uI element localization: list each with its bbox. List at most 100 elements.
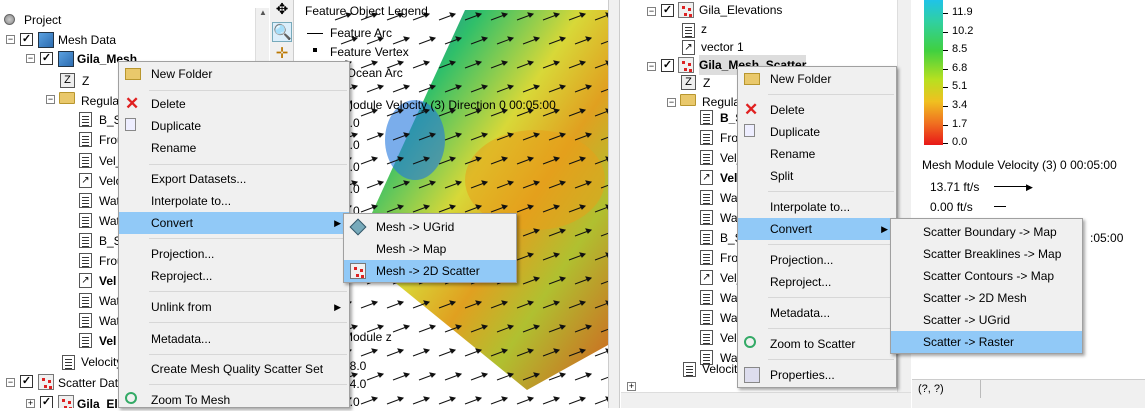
ramp-tick: [943, 124, 948, 126]
velocity-vector-head: [377, 132, 385, 138]
tree-item-dataset[interactable]: Vel: [99, 271, 116, 291]
submenu-scatter-raster[interactable]: Scatter -> Raster: [891, 331, 1082, 353]
submenu-mesh-ugrid[interactable]: Mesh -> UGrid: [344, 216, 516, 238]
menu-projection[interactable]: Projection...: [119, 243, 349, 265]
arc-swatch: [307, 33, 323, 34]
tree-item-z-lower[interactable]: z: [701, 19, 707, 39]
right-context-menu: New Folder ✕ Delete Duplicate Rename Spli…: [737, 66, 897, 388]
menu-export-datasets[interactable]: Export Datasets...: [119, 168, 349, 190]
menu-properties[interactable]: Properties...: [738, 364, 896, 386]
velocity-vector-head: [475, 396, 483, 402]
menu-reproject[interactable]: Reproject...: [738, 271, 896, 293]
menu-duplicate[interactable]: Duplicate: [119, 115, 349, 137]
menu-unlink-from[interactable]: Unlink from ▶: [119, 296, 349, 318]
tree-item-mesh-data[interactable]: Mesh Data: [58, 30, 116, 50]
tree-item-dataset[interactable]: Wat: [99, 191, 120, 211]
tree-item-vector1[interactable]: vector 1: [701, 37, 744, 57]
right-tree-hscrollbar[interactable]: [621, 392, 911, 408]
submenu-scatter-breaklines-map[interactable]: Scatter Breaklines -> Map: [891, 243, 1082, 265]
tree-item-scatter-data[interactable]: Scatter Data: [58, 373, 125, 393]
expand-gila-mesh[interactable]: −: [26, 54, 35, 63]
tree-item-dataset[interactable]: Wat: [99, 291, 120, 311]
checkbox-scatter-data[interactable]: ✓: [20, 375, 33, 388]
tree-item-regular[interactable]: Regular: [81, 91, 123, 111]
velocity-vector-head: [585, 372, 593, 378]
menu-rename[interactable]: Rename: [738, 143, 896, 165]
menu-delete[interactable]: ✕ Delete: [119, 93, 349, 115]
menu-label: Rename: [151, 141, 197, 155]
menu-metadata[interactable]: Metadata...: [738, 302, 896, 324]
tree-item-dataset[interactable]: Wat: [99, 311, 120, 331]
tree-item-gila-elevations[interactable]: Gila_Elevations: [699, 0, 782, 20]
menu-zoom-to-scatter[interactable]: Zoom to Scatter: [738, 333, 896, 355]
zoom-tool-icon[interactable]: 🔍: [272, 22, 292, 42]
vertex-swatch: [313, 48, 317, 52]
pane-divider[interactable]: [608, 0, 620, 408]
velocity-vector-head: [429, 324, 437, 330]
expand-more[interactable]: +: [627, 382, 636, 391]
menu-projection[interactable]: Projection...: [738, 249, 896, 271]
expand-gila-elevations[interactable]: −: [647, 7, 656, 16]
ramp-tick: [943, 68, 948, 70]
tree-item-velocity[interactable]: Velocity: [81, 352, 122, 372]
scroll-up-arrow-icon[interactable]: ▲: [258, 8, 268, 20]
ramp-value: 10.2: [952, 24, 974, 37]
checkbox-gila-el[interactable]: ✓: [40, 396, 53, 408]
menu-reproject[interactable]: Reproject...: [119, 265, 349, 287]
checkbox-gila-elevations[interactable]: ✓: [661, 4, 674, 17]
scatter-folder-icon: [38, 374, 54, 390]
tree-item-gila-el[interactable]: Gila_El: [77, 394, 118, 408]
menu-label: Reproject...: [151, 269, 213, 283]
expand-regular[interactable]: −: [46, 95, 55, 104]
tree-item-z[interactable]: Z: [703, 73, 710, 93]
menu-convert[interactable]: Convert ▶: [738, 218, 896, 240]
velocity-vector-head: [397, 300, 405, 306]
checkbox-mesh-data[interactable]: ✓: [20, 33, 33, 46]
pan-tool-icon[interactable]: ✥: [272, 0, 292, 20]
menu-label: Mesh -> 2D Scatter: [376, 264, 480, 278]
expand-mesh-data[interactable]: −: [6, 35, 15, 44]
checkbox-gila-mesh-scatter[interactable]: ✓: [661, 59, 674, 72]
submenu-scatter-2d-mesh[interactable]: Scatter -> 2D Mesh: [891, 287, 1082, 309]
menu-interpolate[interactable]: Interpolate to...: [738, 196, 896, 218]
submenu-scatter-ugrid[interactable]: Scatter -> UGrid: [891, 309, 1082, 331]
mesh-icon: [58, 51, 74, 67]
dataset-icon: [79, 213, 92, 228]
menu-create-quality-scatter[interactable]: Create Mesh Quality Scatter Set: [119, 358, 349, 380]
dataset-icon: [79, 132, 92, 147]
velocity-vector-head: [455, 372, 463, 378]
tree-item-dataset[interactable]: Vel: [720, 168, 737, 188]
submenu-scatter-contours-map[interactable]: Scatter Contours -> Map: [891, 265, 1082, 287]
expand-gila-el[interactable]: +: [26, 399, 35, 408]
velocity-vector-head: [371, 60, 379, 66]
tree-item-dataset[interactable]: Wat: [99, 211, 120, 231]
menu-label: Properties...: [770, 368, 835, 382]
z-dataset-icon: Z: [681, 75, 696, 90]
submenu-mesh-map[interactable]: Mesh -> Map: [344, 238, 516, 260]
menu-new-folder[interactable]: New Folder: [738, 68, 896, 90]
scatter-icon: [678, 57, 694, 73]
menu-convert[interactable]: Convert ▶: [119, 212, 349, 234]
tree-item-z[interactable]: Z: [82, 71, 89, 91]
menu-duplicate[interactable]: Duplicate: [738, 121, 896, 143]
submenu-mesh-2d-scatter[interactable]: Mesh -> 2D Scatter: [344, 260, 516, 282]
submenu-scatter-boundary-map[interactable]: Scatter Boundary -> Map: [891, 221, 1082, 243]
menu-new-folder[interactable]: New Folder: [119, 63, 349, 85]
tree-item-dataset[interactable]: Vel: [99, 331, 116, 351]
menu-split[interactable]: Split: [738, 165, 896, 187]
right-convert-submenu: Scatter Boundary -> Map Scatter Breaklin…: [890, 218, 1083, 354]
expand-regular[interactable]: −: [667, 98, 676, 107]
checkbox-gila-mesh[interactable]: ✓: [40, 52, 53, 65]
dataset-icon: [79, 233, 92, 248]
velocity-vector-head: [377, 372, 385, 378]
menu-rename[interactable]: Rename: [119, 137, 349, 159]
menu-interpolate[interactable]: Interpolate to...: [119, 190, 349, 212]
expand-scatter-data[interactable]: −: [6, 378, 15, 387]
menu-label: Mesh -> UGrid: [376, 220, 455, 234]
dataset-icon: [700, 310, 713, 325]
menu-metadata[interactable]: Metadata...: [119, 328, 349, 350]
expand-gila-mesh-scatter[interactable]: −: [647, 62, 656, 71]
menu-delete[interactable]: ✕ Delete: [738, 99, 896, 121]
legend-feature-arc: Feature Arc: [330, 26, 393, 40]
ramp-value: 0.0: [952, 136, 968, 149]
